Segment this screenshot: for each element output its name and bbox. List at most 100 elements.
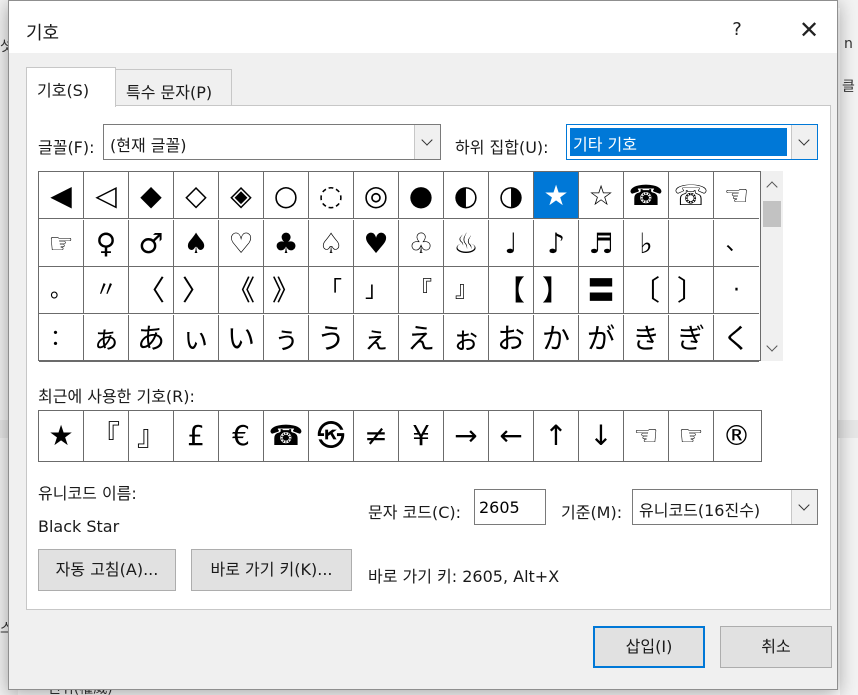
symbol-cell[interactable]: ♪	[534, 219, 579, 267]
symbol-cell[interactable]: ◇	[174, 172, 219, 219]
symbol-cell[interactable]: ·	[714, 267, 759, 314]
symbol-cell[interactable]: 〕	[669, 267, 714, 314]
symbol-cell[interactable]: い	[219, 314, 264, 362]
symbol-cell[interactable]: ぃ	[174, 314, 219, 362]
symbol-cell[interactable]: ♀	[84, 219, 129, 267]
symbol-cell[interactable]: ☏	[669, 172, 714, 219]
symbol-cell[interactable]: ♭	[624, 219, 669, 267]
symbol-cell[interactable]: ◌	[309, 172, 354, 219]
symbol-cell[interactable]: 〓	[579, 267, 624, 314]
char-code-field[interactable]	[475, 490, 545, 524]
font-dropdown[interactable]: (현재 글꼴)	[103, 124, 441, 160]
symbol-cell[interactable]: 〉	[174, 267, 219, 314]
recent-symbol-cell[interactable]: ↓	[579, 411, 624, 461]
symbol-cell[interactable]: 。	[39, 267, 84, 314]
symbol-cell[interactable]: ☞	[39, 219, 84, 267]
symbol-cell[interactable]: ♣	[264, 219, 309, 267]
symbol-cell[interactable]: ♤	[309, 219, 354, 267]
symbol-cell[interactable]	[669, 219, 714, 267]
recent-symbol-cell[interactable]: ↑	[534, 411, 579, 461]
recent-symbol-cell[interactable]: 『	[84, 411, 129, 461]
tab-special-characters[interactable]: 특수 문자(P)	[115, 69, 232, 107]
close-button[interactable]: ✕	[789, 15, 829, 45]
recent-symbol-cell[interactable]: €	[219, 411, 264, 461]
recent-symbol-cell[interactable]: ☎	[264, 411, 309, 461]
recent-symbol-cell[interactable]: ≠	[354, 411, 399, 461]
shortcut-key-button[interactable]: 바로 가기 키(K)...	[191, 549, 352, 591]
symbol-cell[interactable]: 、	[714, 220, 759, 267]
chevron-down-icon[interactable]	[791, 125, 817, 159]
symbol-cell[interactable]: う	[309, 314, 354, 362]
symbol-cell[interactable]: 』	[444, 267, 489, 314]
insert-button[interactable]: 삽입(I)	[593, 626, 705, 668]
symbol-cell[interactable]: 〈	[129, 267, 174, 314]
char-code-input[interactable]	[474, 489, 546, 525]
symbol-cell[interactable]: ：	[39, 314, 84, 362]
symbol-cell[interactable]: 》	[264, 267, 309, 314]
recent-symbol-cell[interactable]: ☞	[669, 411, 714, 461]
symbol-cell[interactable]: ♥	[354, 219, 399, 267]
symbol-cell[interactable]: ♠	[174, 219, 219, 267]
symbol-cell[interactable]: ぎ	[669, 314, 714, 362]
symbol-cell[interactable]: ◀	[39, 172, 84, 219]
recent-symbol-cell[interactable]: ←	[489, 411, 534, 461]
symbol-cell[interactable]: 〔	[624, 267, 669, 314]
symbol-cell[interactable]: ぉ	[444, 314, 489, 362]
base-dropdown[interactable]: 유니코드(16진수)	[632, 489, 818, 525]
recent-symbol-cell[interactable]: ★	[39, 411, 84, 461]
tab-symbols[interactable]: 기호(S)	[26, 67, 116, 107]
recent-symbol-cell[interactable]: ☜	[624, 411, 669, 461]
symbol-cell[interactable]: ♡	[219, 219, 264, 267]
recent-symbol-cell[interactable]: →	[444, 411, 489, 461]
symbol-cell[interactable]: き	[624, 314, 669, 362]
symbol-cell[interactable]: 「	[309, 267, 354, 314]
symbol-cell[interactable]: ♬	[579, 219, 624, 267]
symbol-cell[interactable]: ◎	[354, 172, 399, 219]
symbol-cell[interactable]: 】	[534, 267, 579, 314]
symbol-cell[interactable]: ○	[264, 172, 309, 219]
symbol-cell[interactable]: ぁ	[84, 314, 129, 362]
symbol-cell[interactable]: ★	[534, 172, 579, 219]
recent-symbol-cell[interactable]: 』	[129, 411, 174, 461]
symbol-cell[interactable]: ☜	[714, 172, 759, 219]
scroll-thumb[interactable]	[763, 201, 781, 227]
symbol-cell[interactable]: お	[489, 314, 534, 362]
symbol-cell[interactable]: 」	[354, 267, 399, 314]
symbol-cell[interactable]: が	[579, 314, 624, 362]
symbol-cell[interactable]: ☆	[579, 172, 624, 219]
recent-symbol-cell[interactable]: ®	[714, 411, 759, 461]
symbol-cell[interactable]: く	[714, 315, 759, 362]
chevron-down-icon[interactable]	[414, 125, 440, 159]
chevron-down-icon[interactable]	[791, 490, 817, 524]
symbol-cell[interactable]: ☎	[624, 172, 669, 219]
symbol-cell[interactable]: か	[534, 314, 579, 362]
symbol-cell[interactable]: 『	[399, 267, 444, 314]
symbol-cell[interactable]: え	[399, 314, 444, 362]
scroll-up-icon[interactable]	[761, 173, 783, 195]
symbol-cell[interactable]: ぇ	[354, 314, 399, 362]
symbol-cell[interactable]: ♩	[489, 219, 534, 267]
symbol-cell[interactable]: 〃	[84, 267, 129, 314]
recent-symbol-cell[interactable]: £	[174, 411, 219, 461]
symbol-cell[interactable]: 《	[219, 267, 264, 314]
symbol-cell[interactable]: ●	[399, 172, 444, 219]
autocorrect-button[interactable]: 자동 고침(A)...	[38, 549, 176, 591]
help-button[interactable]: ?	[722, 15, 752, 45]
symbol-grid-scrollbar[interactable]	[761, 171, 783, 361]
scroll-down-icon[interactable]	[761, 337, 783, 359]
symbol-cell[interactable]: ◐	[444, 172, 489, 219]
symbol-cell[interactable]: ◆	[129, 172, 174, 219]
symbol-cell[interactable]: ◑	[489, 172, 534, 219]
cancel-button[interactable]: 취소	[720, 626, 832, 668]
subset-dropdown[interactable]: 기타 기호	[566, 124, 818, 160]
symbol-cell[interactable]: ◁	[84, 172, 129, 219]
symbol-cell[interactable]: ◈	[219, 172, 264, 219]
symbol-cell[interactable]: あ	[129, 314, 174, 362]
recent-symbol-cell[interactable]: ㉿	[309, 411, 354, 461]
symbol-cell[interactable]: ♨	[444, 219, 489, 267]
symbol-cell[interactable]: ♂	[129, 219, 174, 267]
symbol-cell[interactable]: 【	[489, 267, 534, 314]
symbol-cell[interactable]: ♧	[399, 219, 444, 267]
symbol-cell[interactable]: ぅ	[264, 314, 309, 362]
recent-symbol-cell[interactable]: ¥	[399, 411, 444, 461]
